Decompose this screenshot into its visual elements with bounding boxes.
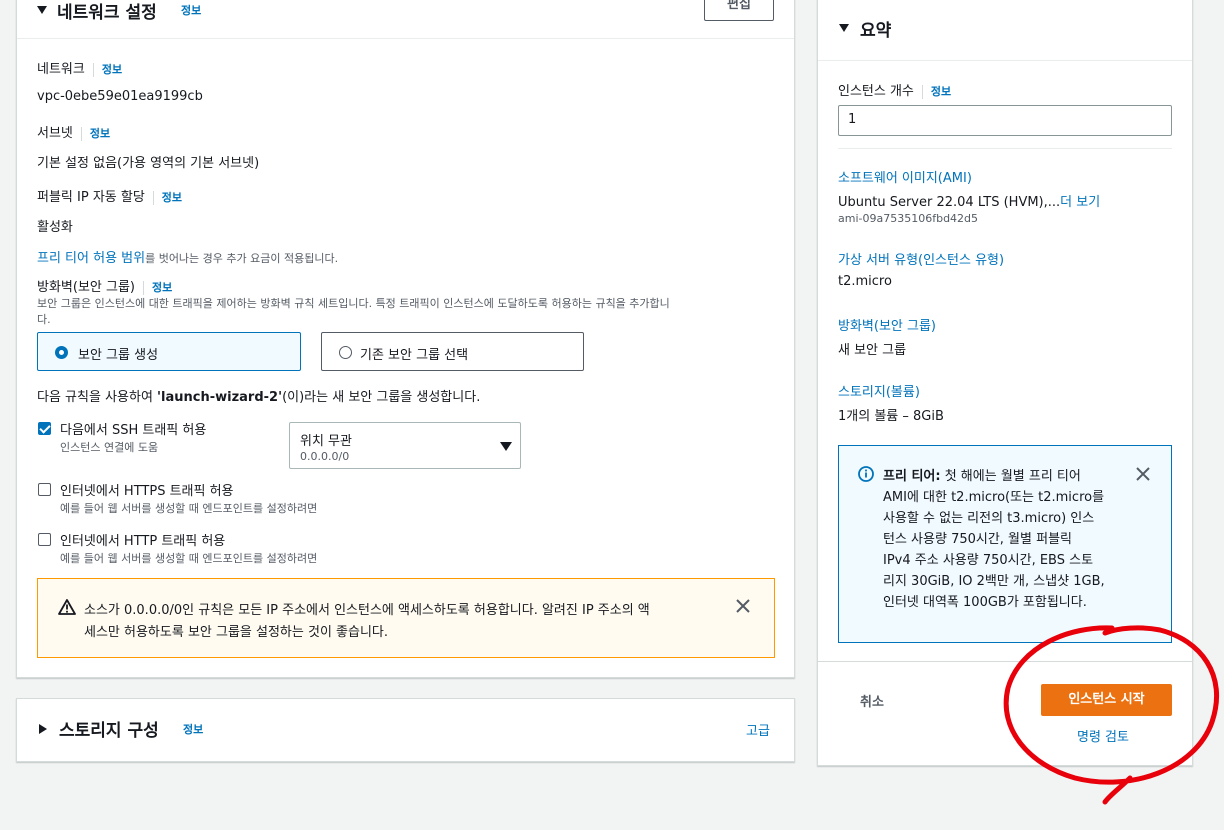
annotation-circle xyxy=(1003,625,1219,805)
